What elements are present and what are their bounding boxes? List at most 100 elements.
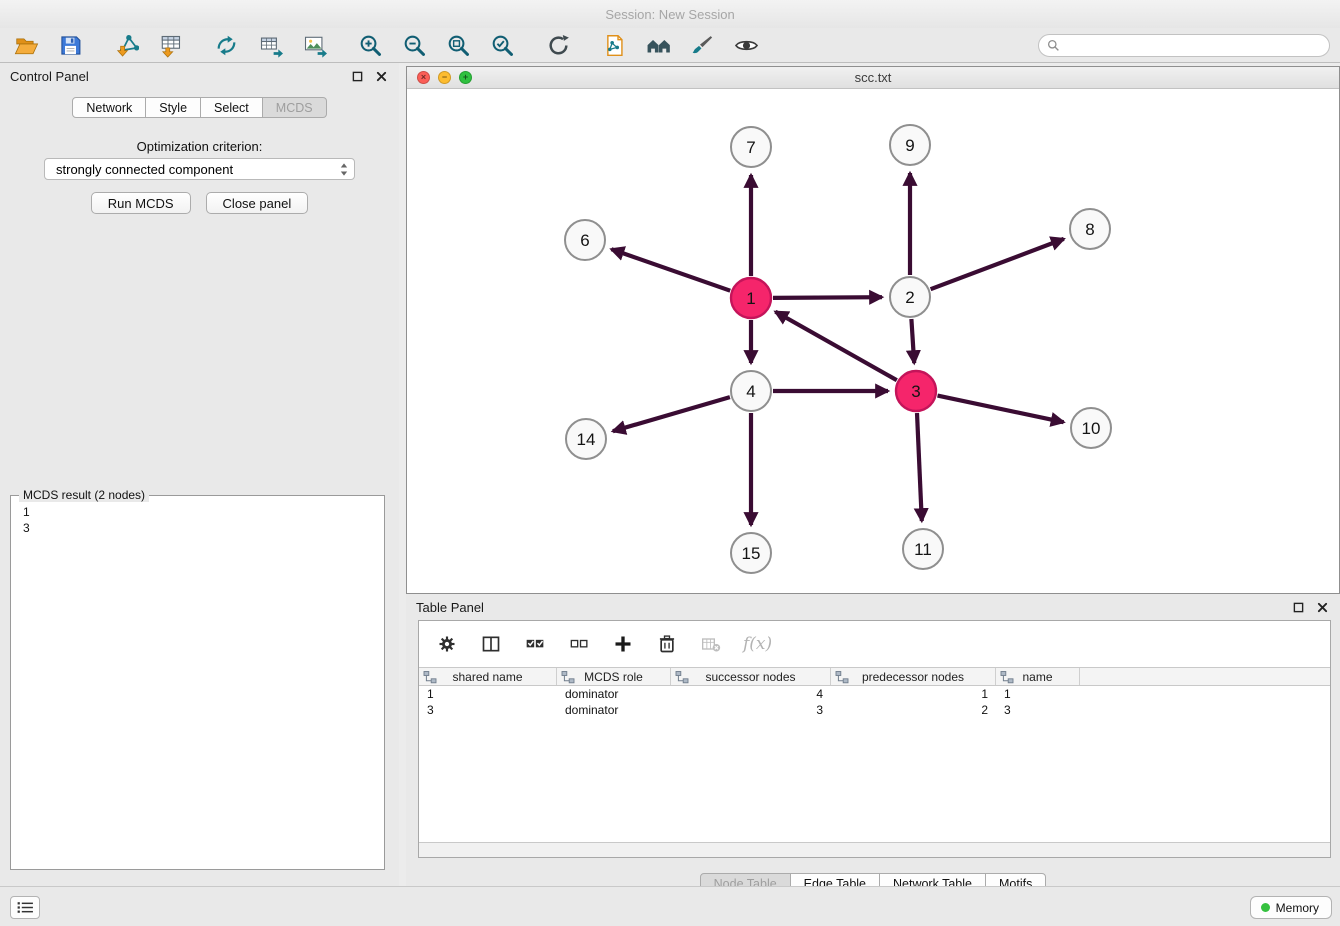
task-history-button[interactable]: [10, 896, 40, 919]
import-network-icon[interactable]: [112, 31, 140, 59]
run-mcds-button[interactable]: Run MCDS: [91, 192, 191, 214]
edge-2-3[interactable]: [911, 319, 914, 363]
column-header-successor-nodes[interactable]: successor nodes: [671, 668, 831, 685]
node-6[interactable]: 6: [565, 220, 605, 260]
table-row[interactable]: 1dominator411: [419, 686, 1330, 702]
node-3[interactable]: 3: [896, 371, 936, 411]
tab-select[interactable]: Select: [201, 97, 263, 118]
column-hierarchy-icon: [1000, 670, 1014, 684]
zoom-fit-icon[interactable]: [444, 31, 472, 59]
memory-button[interactable]: Memory: [1250, 896, 1332, 919]
node-2[interactable]: 2: [890, 277, 930, 317]
network-from-selection-icon[interactable]: [600, 31, 628, 59]
cell-name: 1: [996, 687, 1080, 701]
delete-column-icon[interactable]: [655, 632, 679, 656]
zoom-out-icon[interactable]: [400, 31, 428, 59]
search-box[interactable]: [1038, 34, 1330, 57]
table-horizontal-scrollbar[interactable]: [419, 842, 1330, 857]
delete-table-icon[interactable]: [699, 632, 723, 656]
analyzer-icon[interactable]: [644, 31, 672, 59]
export-image-icon[interactable]: [300, 31, 328, 59]
close-panel-icon[interactable]: [373, 68, 389, 84]
edge-1-2[interactable]: [773, 297, 882, 298]
network-window-title: scc.txt: [855, 70, 892, 85]
svg-text:10: 10: [1082, 419, 1101, 438]
column-label: predecessor nodes: [862, 670, 964, 684]
svg-text:15: 15: [742, 544, 761, 563]
apply-layout-icon[interactable]: [544, 31, 572, 59]
float-table-panel-icon[interactable]: [1290, 599, 1306, 615]
cell-successor-nodes: 3: [671, 703, 831, 717]
window-titlebar: Session: New Session: [0, 0, 1340, 28]
edge-2-8[interactable]: [931, 239, 1064, 289]
optimization-criterion-select[interactable]: strongly connected component: [44, 158, 355, 180]
minimize-window-button[interactable]: −: [438, 71, 451, 84]
close-table-panel-icon[interactable]: [1314, 599, 1330, 615]
mcds-result-item: 3: [23, 520, 372, 536]
node-10[interactable]: 10: [1071, 408, 1111, 448]
node-9[interactable]: 9: [890, 125, 930, 165]
node-4[interactable]: 4: [731, 371, 771, 411]
close-panel-button[interactable]: Close panel: [206, 192, 309, 214]
settings-gear-icon[interactable]: [435, 632, 459, 656]
edge-3-10[interactable]: [938, 396, 1064, 423]
network-window-titlebar[interactable]: × − + scc.txt: [407, 67, 1339, 89]
toolbar-group: [12, 31, 84, 59]
tab-mcds[interactable]: MCDS: [263, 97, 327, 118]
add-column-icon[interactable]: [611, 632, 635, 656]
edge-3-11[interactable]: [917, 413, 922, 521]
search-input[interactable]: [1065, 39, 1321, 53]
column-header-shared-name[interactable]: shared name: [419, 668, 557, 685]
svg-text:11: 11: [914, 540, 932, 559]
show-columns-icon[interactable]: [479, 632, 503, 656]
minimize-symbol: −: [442, 73, 447, 82]
select-all-rows-icon[interactable]: [523, 632, 547, 656]
column-label: MCDS role: [584, 670, 643, 684]
column-header-name[interactable]: name: [996, 668, 1080, 685]
search-icon: [1047, 39, 1060, 52]
window-title: Session: New Session: [605, 7, 734, 22]
function-builder-icon[interactable]: f(x): [743, 632, 772, 656]
column-header-mcds-role[interactable]: MCDS role: [557, 668, 671, 685]
float-panel-icon[interactable]: [349, 68, 365, 84]
edge-4-14[interactable]: [613, 397, 730, 431]
export-network-icon[interactable]: [212, 31, 240, 59]
export-table-icon[interactable]: [256, 31, 284, 59]
edge-3-1[interactable]: [775, 312, 896, 381]
style-brush-icon[interactable]: [688, 31, 716, 59]
column-hierarchy-icon: [561, 670, 575, 684]
zoom-selected-icon[interactable]: [488, 31, 516, 59]
node-7[interactable]: 7: [731, 127, 771, 167]
eye-icon[interactable]: [732, 31, 760, 59]
cell-predecessor-nodes: 2: [831, 703, 996, 717]
node-8[interactable]: 8: [1070, 209, 1110, 249]
node-15[interactable]: 15: [731, 533, 771, 573]
zoom-in-icon[interactable]: [356, 31, 384, 59]
edge-1-6[interactable]: [611, 249, 730, 291]
tab-style[interactable]: Style: [146, 97, 201, 118]
svg-text:1: 1: [746, 289, 755, 308]
import-table-icon[interactable]: [156, 31, 184, 59]
node-table-body: 1dominator4113dominator323: [419, 686, 1330, 718]
network-canvas-area[interactable]: 7 9 6 8 1 2 4 3 14 10 15 11: [407, 89, 1339, 593]
toolbar-group: [112, 31, 184, 59]
node-11[interactable]: 11: [903, 529, 943, 569]
network-canvas[interactable]: 7 9 6 8 1 2 4 3 14 10 15 11: [407, 89, 1339, 593]
control-panel-title: Control Panel: [10, 69, 89, 84]
table-toolbar: f(x): [419, 621, 1330, 667]
control-panel: Control Panel NetworkStyleSelectMCDS Opt…: [0, 63, 399, 886]
close-window-button[interactable]: ×: [417, 71, 430, 84]
open-session-icon[interactable]: [12, 31, 40, 59]
zoom-window-button[interactable]: +: [459, 71, 472, 84]
save-session-icon[interactable]: [56, 31, 84, 59]
optimization-criterion-label: Optimization criterion:: [0, 139, 399, 154]
deselect-all-rows-icon[interactable]: [567, 632, 591, 656]
tab-network[interactable]: Network: [72, 97, 146, 118]
node-1[interactable]: 1: [731, 278, 771, 318]
zoom-symbol: +: [463, 73, 468, 82]
table-row[interactable]: 3dominator323: [419, 702, 1330, 718]
selected-criterion-value: strongly connected component: [56, 162, 339, 177]
node-14[interactable]: 14: [566, 419, 606, 459]
column-header-predecessor-nodes[interactable]: predecessor nodes: [831, 668, 996, 685]
cell-shared-name: 3: [419, 703, 557, 717]
